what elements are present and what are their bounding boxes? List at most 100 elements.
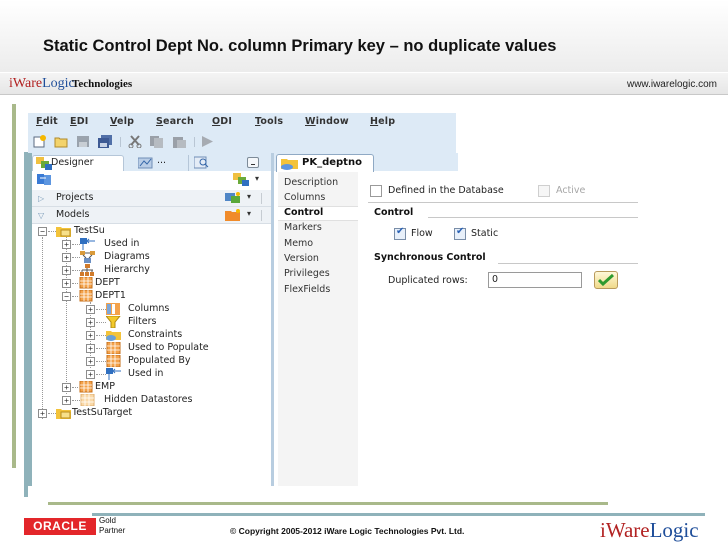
menu-file[interactable]: Fdit [36,116,58,127]
tree-label: Used to Populate [128,342,209,353]
run-icon[interactable] [200,135,214,148]
expand-toggle[interactable]: + [62,253,71,262]
accordion-models[interactable]: ▽ Models ▾ [32,207,271,224]
tree-label: TestSuTarget [72,407,133,418]
brand-logo-logic: Logic [42,76,75,91]
expand-toggle[interactable]: + [62,279,71,288]
duplicated-rows-field[interactable]: 0 [488,272,582,288]
nav-markers[interactable]: Markers [284,222,322,233]
logo-logic: Logic [649,518,699,542]
menu-view[interactable]: Velp [110,116,134,127]
tree-label: DEPT1 [95,290,126,301]
nav-columns[interactable]: Columns [284,192,325,203]
tree-label: Populated By [128,355,191,366]
brand-url[interactable]: www.iwarelogic.com [627,79,717,90]
minimize-button[interactable] [247,157,259,168]
check-button[interactable] [594,271,618,289]
model-folder-icon [56,227,71,237]
menu-label: DI [220,116,233,127]
nav-memo[interactable]: Memo [284,238,313,249]
expand-toggle[interactable]: + [62,266,71,275]
collapse-arrow-icon[interactable]: ▽ [38,211,44,220]
open-folder-icon[interactable] [54,135,68,148]
copy-icon[interactable] [150,135,164,148]
connect-navigator-icon[interactable] [233,173,249,186]
expand-toggle[interactable]: + [62,396,71,405]
accordion-projects[interactable]: ▷ Projects ▾ [32,190,271,207]
nav-flexfields[interactable]: FlexFields [284,284,330,295]
iwarelogic-logo: iWareLogic [600,518,699,543]
menu-mnemonic: S [156,116,164,127]
divider [498,263,638,264]
control-heading: Control [374,207,414,218]
tree-label: Used in [104,238,140,249]
paste-icon[interactable] [172,135,186,148]
menu-help[interactable]: Help [370,116,395,127]
flow-label: Flow [411,228,433,239]
duplicated-rows-label: Duplicated rows: [388,275,468,286]
tab-operator[interactable]: ... [130,155,180,171]
active-checkbox[interactable] [538,185,550,197]
partner-label: Partner [99,526,126,535]
expand-toggle[interactable]: + [62,240,71,249]
expand-arrow-icon[interactable]: ▷ [38,194,44,203]
nav-privileges[interactable]: Privileges [284,268,330,279]
tree-guide [96,335,106,336]
expand-toggle[interactable]: + [86,305,95,314]
refresh-icon[interactable] [37,173,53,186]
static-label: Static [471,228,499,239]
nav-control[interactable]: Control [278,206,358,221]
expand-toggle[interactable]: + [86,344,95,353]
logo-ware: iWare [600,518,650,542]
menu-label: earch [163,116,194,127]
divider [428,217,638,218]
designer-navigator: Designer ... ▾ ▷ Projects ▾ ▽ Models ▾ −… [28,153,275,486]
menu-search[interactable]: Search [156,116,194,127]
static-checkbox[interactable]: ✔ [454,226,466,240]
chevron-down-icon[interactable]: ▾ [247,209,251,218]
expand-toggle[interactable]: + [86,370,95,379]
projects-menu-icon[interactable] [225,192,241,204]
menu-odi[interactable]: ODI [212,116,232,127]
expand-toggle[interactable]: + [38,409,47,418]
collapse-toggle[interactable]: − [38,227,47,236]
check-icon: ✔ [456,226,465,237]
defined-in-db-checkbox[interactable] [370,185,382,197]
models-menu-icon[interactable] [225,209,241,221]
tab-designer[interactable]: Designer [32,155,124,171]
tree-guide [96,322,106,323]
expand-toggle[interactable]: + [86,318,95,327]
expand-toggle[interactable]: + [86,331,95,340]
nav-description[interactable]: Description [284,177,338,188]
tab-pk-deptno[interactable]: PK_deptno [276,154,374,172]
flow-checkbox[interactable]: ✔ [394,226,406,240]
nav-version[interactable]: Version [284,253,319,264]
synchronous-control-heading: Synchronous Control [374,252,486,263]
tab-designer-label: Designer [51,157,94,168]
menu-window[interactable]: Window [305,116,349,127]
expand-toggle[interactable]: + [86,357,95,366]
chevron-down-icon[interactable]: ▾ [255,174,259,183]
save-all-icon[interactable] [98,135,112,148]
divider [261,210,262,221]
hidden-datastore-icon [80,394,95,406]
decorative-line [12,104,16,468]
menu-tools[interactable]: Tools [255,116,283,127]
navigator-tabs: Designer ... [32,153,275,171]
menu-mnemonic: W [305,116,316,127]
new-icon[interactable] [33,135,47,148]
menu-edit[interactable]: EDI [70,116,89,127]
collapse-toggle[interactable]: − [62,292,71,301]
tab-search[interactable] [188,155,218,171]
used-in-icon [106,368,121,380]
cut-icon[interactable] [128,135,142,148]
divider [368,202,638,203]
chevron-down-icon[interactable]: ▾ [247,192,251,201]
tree-guide [96,374,106,375]
menu-label: ools [260,116,284,127]
designer-icon [36,157,52,170]
save-icon[interactable] [76,135,90,148]
gold-label: Gold [99,516,116,525]
expand-toggle[interactable]: + [62,383,71,392]
tree-label: TestSu [74,225,105,236]
